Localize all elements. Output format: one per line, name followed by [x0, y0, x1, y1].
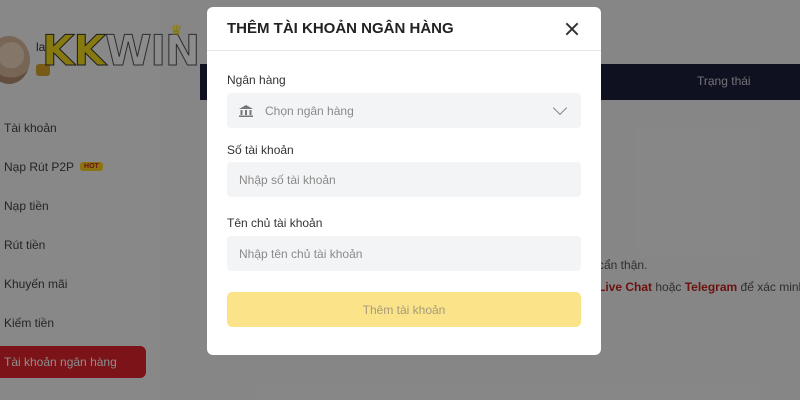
account-number-label: Số tài khoản	[227, 143, 294, 157]
chevron-down-icon	[552, 100, 568, 116]
account-holder-label: Tên chủ tài khoản	[227, 216, 323, 230]
account-number-input[interactable]	[239, 172, 569, 187]
account-number-field-wrapper	[227, 162, 581, 197]
modal-title: THÊM TÀI KHOẢN NGÂN HÀNG	[227, 20, 454, 37]
bank-label: Ngân hàng	[227, 73, 286, 87]
modal-header: THÊM TÀI KHOẢN NGÂN HÀNG	[207, 7, 601, 51]
bank-icon	[239, 104, 253, 117]
bank-select-value: Chọn ngân hàng	[265, 103, 354, 118]
add-account-button[interactable]: Thêm tài khoản	[227, 292, 581, 327]
account-holder-input[interactable]	[239, 246, 569, 261]
bank-select[interactable]: Chọn ngân hàng	[227, 93, 581, 128]
account-holder-field-wrapper	[227, 236, 581, 271]
close-icon[interactable]	[563, 20, 581, 38]
add-bank-account-modal: THÊM TÀI KHOẢN NGÂN HÀNG Ngân hàng Chọn …	[207, 7, 601, 355]
